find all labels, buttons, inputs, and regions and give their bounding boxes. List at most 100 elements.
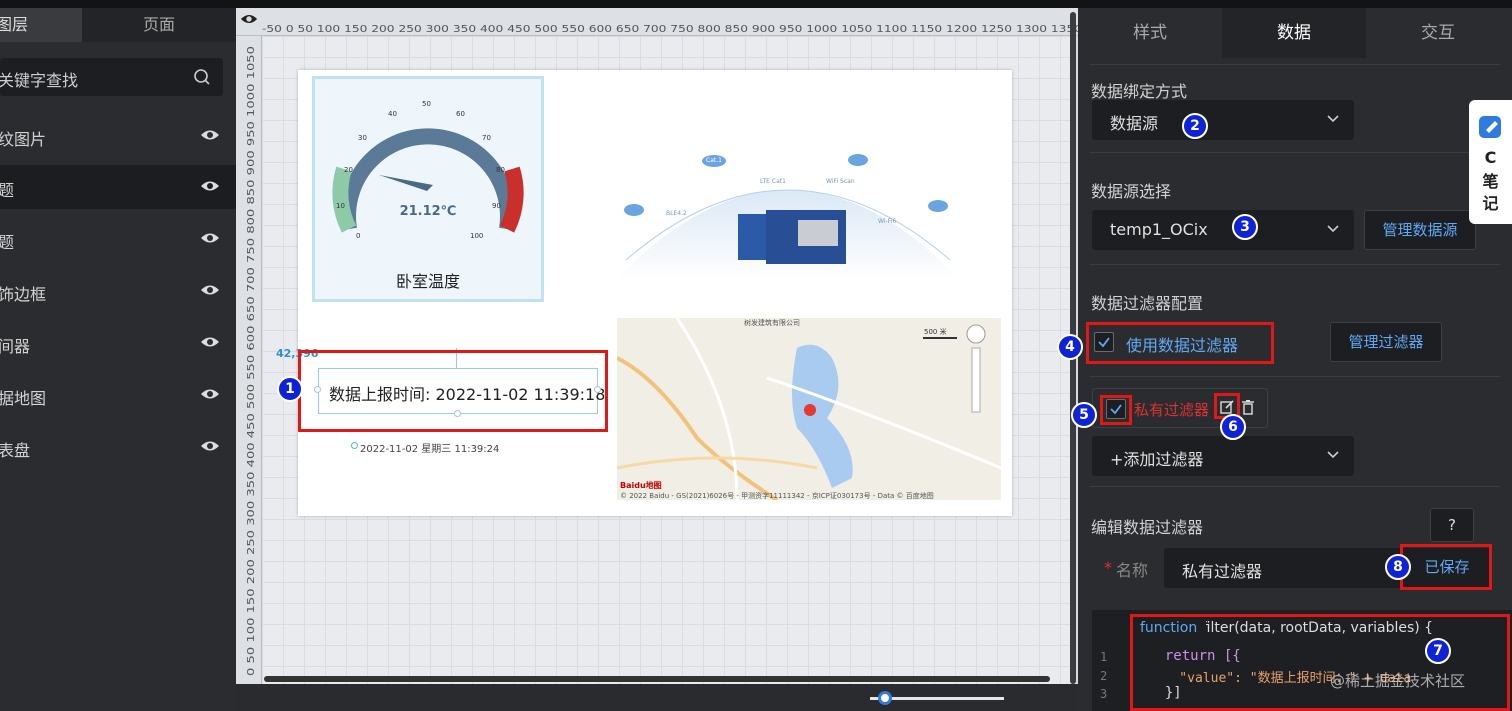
gauge-tick: 50 [422, 100, 431, 108]
eye-icon[interactable] [200, 231, 220, 245]
highlight-box [1400, 544, 1492, 590]
gauge-dial [332, 128, 524, 233]
required-marker: * [1104, 558, 1112, 577]
map-image [617, 318, 1001, 500]
bind-mode-select[interactable]: 数据源 [1092, 100, 1354, 140]
gauge-tick: 80 [496, 166, 505, 174]
layer-label: 间器 [0, 337, 31, 356]
ruler-left-labels: 0 50 100 150 200 250 300 350 400 450 500… [246, 46, 257, 676]
tab-style[interactable]: 样式 [1078, 8, 1222, 58]
zoom-slider-handle[interactable] [878, 691, 892, 705]
search-placeholder: 关键字查找 [0, 71, 79, 90]
tab-pages[interactable]: 页面 [82, 8, 236, 42]
note-icon [1479, 116, 1501, 138]
layer-item[interactable]: 饰边框 [0, 269, 236, 313]
iot-label: WiFi Scan [826, 178, 855, 185]
notes-widget[interactable]: C 笔 记 [1469, 100, 1512, 224]
layer-item[interactable]: 题 [0, 165, 236, 209]
layer-label: 表盘 [0, 441, 31, 460]
bind-mode-value: 数据源 [1110, 114, 1159, 133]
layer-item[interactable]: 纹图片 [0, 114, 236, 158]
layer-item[interactable]: 表盘 [0, 425, 236, 469]
step-badge: 7 [1425, 638, 1451, 664]
layer-label: 饰边框 [0, 285, 47, 304]
horizontal-scrollbar[interactable] [264, 676, 1050, 682]
highlight-box [298, 350, 608, 432]
name-label: 名称 [1116, 561, 1149, 580]
gauge-tick: 0 [356, 232, 361, 240]
gauge-tick: 20 [344, 166, 353, 174]
step-badge: 5 [1071, 402, 1097, 428]
tab-layers[interactable]: 图层 [0, 8, 82, 42]
delete-icon[interactable] [1241, 399, 1255, 415]
ruler-left: 0 50 100 150 200 250 300 350 400 450 500… [236, 36, 262, 684]
gauge-tick: 70 [482, 134, 491, 142]
tab-interaction[interactable]: 交互 [1366, 8, 1510, 58]
chevron-down-icon [1327, 451, 1339, 459]
chevron-down-icon [1327, 115, 1339, 123]
eye-icon[interactable] [200, 387, 220, 401]
map-scale: 500 米 [924, 328, 947, 336]
highlight-box [1086, 322, 1274, 364]
source-select[interactable]: temp1_OCix [1092, 210, 1354, 250]
eye-icon[interactable] [200, 335, 220, 349]
edit-filter-label: 编辑数据过滤器 [1091, 518, 1204, 537]
layer-label: 据地图 [0, 389, 47, 408]
layer-label: 题 [0, 181, 15, 200]
gauge-value: 21.12℃ [399, 204, 457, 219]
layer-label: 题 [0, 233, 15, 252]
add-filter-label: +添加过滤器 [1110, 450, 1204, 469]
map-widget[interactable] [617, 318, 1001, 500]
eye-icon[interactable] [200, 439, 220, 453]
line-number: 3 [1100, 687, 1108, 701]
layer-item[interactable]: 题 [0, 217, 236, 261]
divider [1090, 376, 1500, 377]
eye-icon[interactable] [200, 128, 220, 142]
tab-data[interactable]: 数据 [1222, 8, 1366, 58]
highlight-box [1130, 614, 1510, 711]
eye-icon[interactable] [200, 283, 220, 297]
iot-illustration [616, 154, 960, 280]
notes-line: C [1484, 148, 1497, 167]
eye-icon[interactable] [200, 179, 220, 193]
step-badge: 8 [1385, 554, 1411, 580]
layer-item[interactable]: 间器 [0, 321, 236, 365]
divider [1090, 64, 1500, 65]
map-copyright: © 2022 Baidu - GS(2021)6026号 - 甲测资字11111… [620, 492, 934, 500]
help-button[interactable]: ? [1430, 508, 1474, 542]
chevron-down-icon [1327, 225, 1339, 233]
divider [1090, 264, 1500, 265]
iot-label: Wi-Fi6 [878, 218, 897, 225]
bind-mode-label: 数据绑定方式 [1091, 82, 1188, 101]
datetime-widget[interactable]: 2022-11-02 星期三 11:39:24 [360, 440, 499, 455]
private-filter-label: 私有过滤器 [1134, 401, 1210, 419]
divider [1090, 486, 1500, 487]
eye-icon[interactable] [240, 12, 258, 26]
step-badge: 4 [1057, 334, 1083, 360]
layer-label: 纹图片 [0, 130, 47, 149]
gauge-tick: 40 [388, 110, 397, 118]
add-filter-select[interactable]: +添加过滤器 [1092, 436, 1354, 476]
map-logo: Baidu地图 [620, 481, 662, 490]
search-icon[interactable] [193, 68, 211, 86]
iot-decor-image[interactable] [616, 140, 960, 302]
step-badge: 2 [1182, 113, 1208, 139]
filter-name-value: 私有过滤器 [1182, 562, 1263, 581]
manage-source-button[interactable]: 管理数据源 [1364, 210, 1476, 250]
source-value: temp1_OCix [1110, 220, 1208, 239]
layer-item[interactable]: 据地图 [0, 373, 236, 417]
layer-search-input[interactable]: 关键字查找 [0, 58, 223, 96]
ruler-top-labels: -50 0 50 100 150 200 250 300 350 400 450… [262, 24, 1078, 35]
line-number: 2 [1100, 669, 1108, 683]
notes-line: 笔 [1482, 172, 1499, 191]
ruler-top: -50 0 50 100 150 200 250 300 350 400 450… [236, 8, 1078, 36]
ruler-top-ticks: -50 0 50 100 150 200 250 300 350 400 450… [262, 24, 1078, 35]
source-label: 数据源选择 [1091, 182, 1172, 201]
iot-label: BLE4.2 [666, 210, 687, 217]
gauge-tick: 30 [358, 134, 367, 142]
manage-filter-button[interactable]: 管理过滤器 [1330, 322, 1442, 362]
clock-icon [351, 442, 358, 449]
line-number: 1 [1100, 650, 1108, 664]
gauge-title: 卧室温度 [395, 272, 460, 291]
layers-panel: 图层 页面 关键字查找 纹图片 题 题 饰边框 间器 据地图 表盘 [0, 8, 236, 711]
